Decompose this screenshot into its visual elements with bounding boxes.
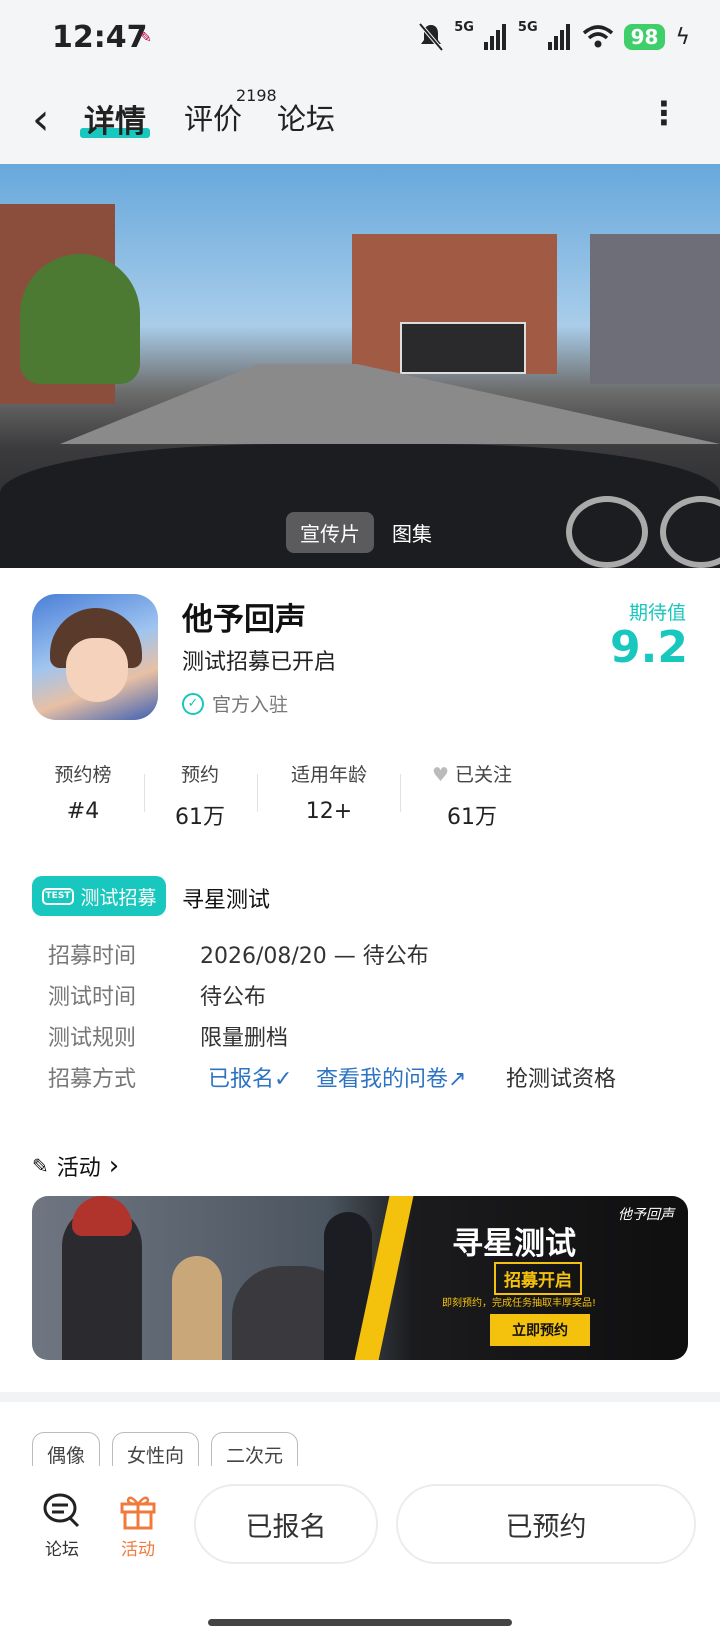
official-badge: ✓ 官方入驻 xyxy=(182,690,288,717)
signal-bars-icon xyxy=(483,24,506,50)
wifi-icon xyxy=(582,25,613,48)
app-status: 测试招募已开启 xyxy=(182,650,337,675)
notification-icon: ✎ xyxy=(140,30,152,46)
official-label: 官方入驻 xyxy=(212,694,289,716)
test-icon: TEST xyxy=(41,887,75,905)
stat-label: 预约榜 xyxy=(54,764,112,786)
stat-following[interactable]: ♥ 已关注 61万 xyxy=(426,760,518,831)
chevron-right-icon: › xyxy=(108,1151,120,1181)
banner-logo: 他予回声 xyxy=(618,1207,674,1223)
signal-5g-2: 5G xyxy=(517,19,538,35)
air-vent xyxy=(566,496,648,568)
back-icon[interactable]: ‹ xyxy=(32,94,50,145)
battery-level: 98 xyxy=(623,24,666,50)
app-name: 他予回声 xyxy=(182,602,306,638)
banner-sub: 招募开启 xyxy=(494,1262,582,1295)
recruit-title: 寻星测试 xyxy=(182,888,271,913)
signed-up-button[interactable]: 已报名 xyxy=(194,1484,378,1564)
stat-value: #4 xyxy=(66,799,100,824)
test-rule-value: 限量删档 xyxy=(200,1026,289,1051)
activity-label: 活动 xyxy=(121,1540,155,1560)
recruit-time-label: 招募时间 xyxy=(48,944,137,969)
media-tabs: 宣传片 图集 xyxy=(286,512,446,553)
bottom-activity[interactable]: 活动 xyxy=(108,1492,168,1560)
signal-bars-icon xyxy=(547,24,570,50)
tab-details[interactable]: 详情 xyxy=(84,96,146,141)
character-art xyxy=(172,1256,222,1360)
reserved-button[interactable]: 已预约 xyxy=(396,1484,696,1564)
tab-forum[interactable]: 论坛 xyxy=(277,96,335,138)
bottom-action-bar: 论坛 活动 已报名 已预约 xyxy=(0,1466,720,1640)
mute-bell-icon xyxy=(418,22,444,52)
activity-banner[interactable]: 他予回声 寻星测试 招募开启 即刻预约，完成任务抽取丰厚奖品! 立即预约 xyxy=(32,1196,688,1360)
test-time-value: 待公布 xyxy=(200,985,267,1010)
test-time-label: 测试时间 xyxy=(48,985,137,1010)
stat-divider xyxy=(257,774,258,812)
recruit-time-value: 2026/08/20 — 待公布 xyxy=(200,944,429,969)
external-link-icon: ↗ xyxy=(448,1067,467,1092)
stat-value: 61万 xyxy=(175,805,225,830)
expect-value: 9.2 xyxy=(610,622,688,673)
activity-header[interactable]: ✎ 活动 › xyxy=(32,1150,119,1182)
character-art xyxy=(72,1196,132,1236)
forum-icon xyxy=(43,1493,80,1528)
truck xyxy=(400,322,526,374)
top-nav: ‹ 详情 评价 2198 论坛 ⋮ xyxy=(0,80,720,164)
avatar-face xyxy=(66,638,128,702)
media-tab-video[interactable]: 宣传片 xyxy=(286,512,374,553)
bottom-forum[interactable]: 论坛 xyxy=(32,1492,92,1560)
promo-video-banner[interactable] xyxy=(0,164,720,568)
pin-icon: ✎ xyxy=(32,1154,49,1178)
recruit-tag: TEST 测试招募 xyxy=(32,876,166,916)
stat-reservations: 预约 61万 xyxy=(165,760,235,831)
stat-age[interactable]: 适用年龄 12+ xyxy=(282,760,376,824)
gift-icon xyxy=(120,1496,156,1530)
charging-icon: ϟ xyxy=(675,24,690,50)
view-survey-link[interactable]: 查看我的问卷↗ xyxy=(316,1061,466,1093)
expect-label: 期待值 xyxy=(628,602,686,624)
grab-qualification-link[interactable]: 抢测试资格 xyxy=(506,1061,616,1093)
stat-value: 12+ xyxy=(305,799,353,824)
stat-divider xyxy=(400,774,401,812)
forum-label: 论坛 xyxy=(45,1540,79,1560)
status-icons: 5G 5G 98 ϟ xyxy=(418,19,690,52)
status-bar: 12:47 ✎ 5G 5G 98 ϟ xyxy=(0,0,720,80)
reviews-count: 2198 xyxy=(236,86,277,105)
method-signed: 已报名✓ xyxy=(208,1067,293,1092)
stat-label: 适用年龄 xyxy=(290,764,367,786)
banner-desc: 即刻预约，完成任务抽取丰厚奖品! xyxy=(442,1298,597,1309)
recruit-method-label: 招募方式 xyxy=(48,1067,137,1092)
more-options-icon[interactable]: ⋮ xyxy=(648,94,680,132)
banner-cta-button[interactable]: 立即预约 xyxy=(490,1314,590,1346)
tab-reviews[interactable]: 评价 xyxy=(184,96,242,138)
app-icon xyxy=(32,594,158,720)
activity-title: 活动 xyxy=(56,1156,101,1181)
stat-label: 预约 xyxy=(180,764,219,786)
graffiti-building xyxy=(590,234,720,384)
signal-5g-1: 5G xyxy=(454,19,474,35)
recruit-tag-label: 测试招募 xyxy=(80,886,157,909)
tree-left xyxy=(20,254,140,384)
heart-icon: ♥ xyxy=(431,764,449,786)
media-tab-gallery[interactable]: 图集 xyxy=(378,512,446,553)
stat-label: ♥ 已关注 xyxy=(431,764,513,786)
banner-headline: 寻星测试 xyxy=(452,1226,576,1262)
stat-value: 61万 xyxy=(447,805,497,830)
stat-rank[interactable]: 预约榜 #4 xyxy=(48,760,118,824)
verified-icon: ✓ xyxy=(182,692,204,715)
test-rule-label: 测试规则 xyxy=(48,1026,137,1051)
home-indicator[interactable] xyxy=(208,1619,512,1626)
status-time: 12:47 xyxy=(52,20,148,55)
section-divider xyxy=(0,1392,720,1402)
stat-divider xyxy=(144,774,145,812)
check-icon: ✓ xyxy=(274,1067,293,1092)
